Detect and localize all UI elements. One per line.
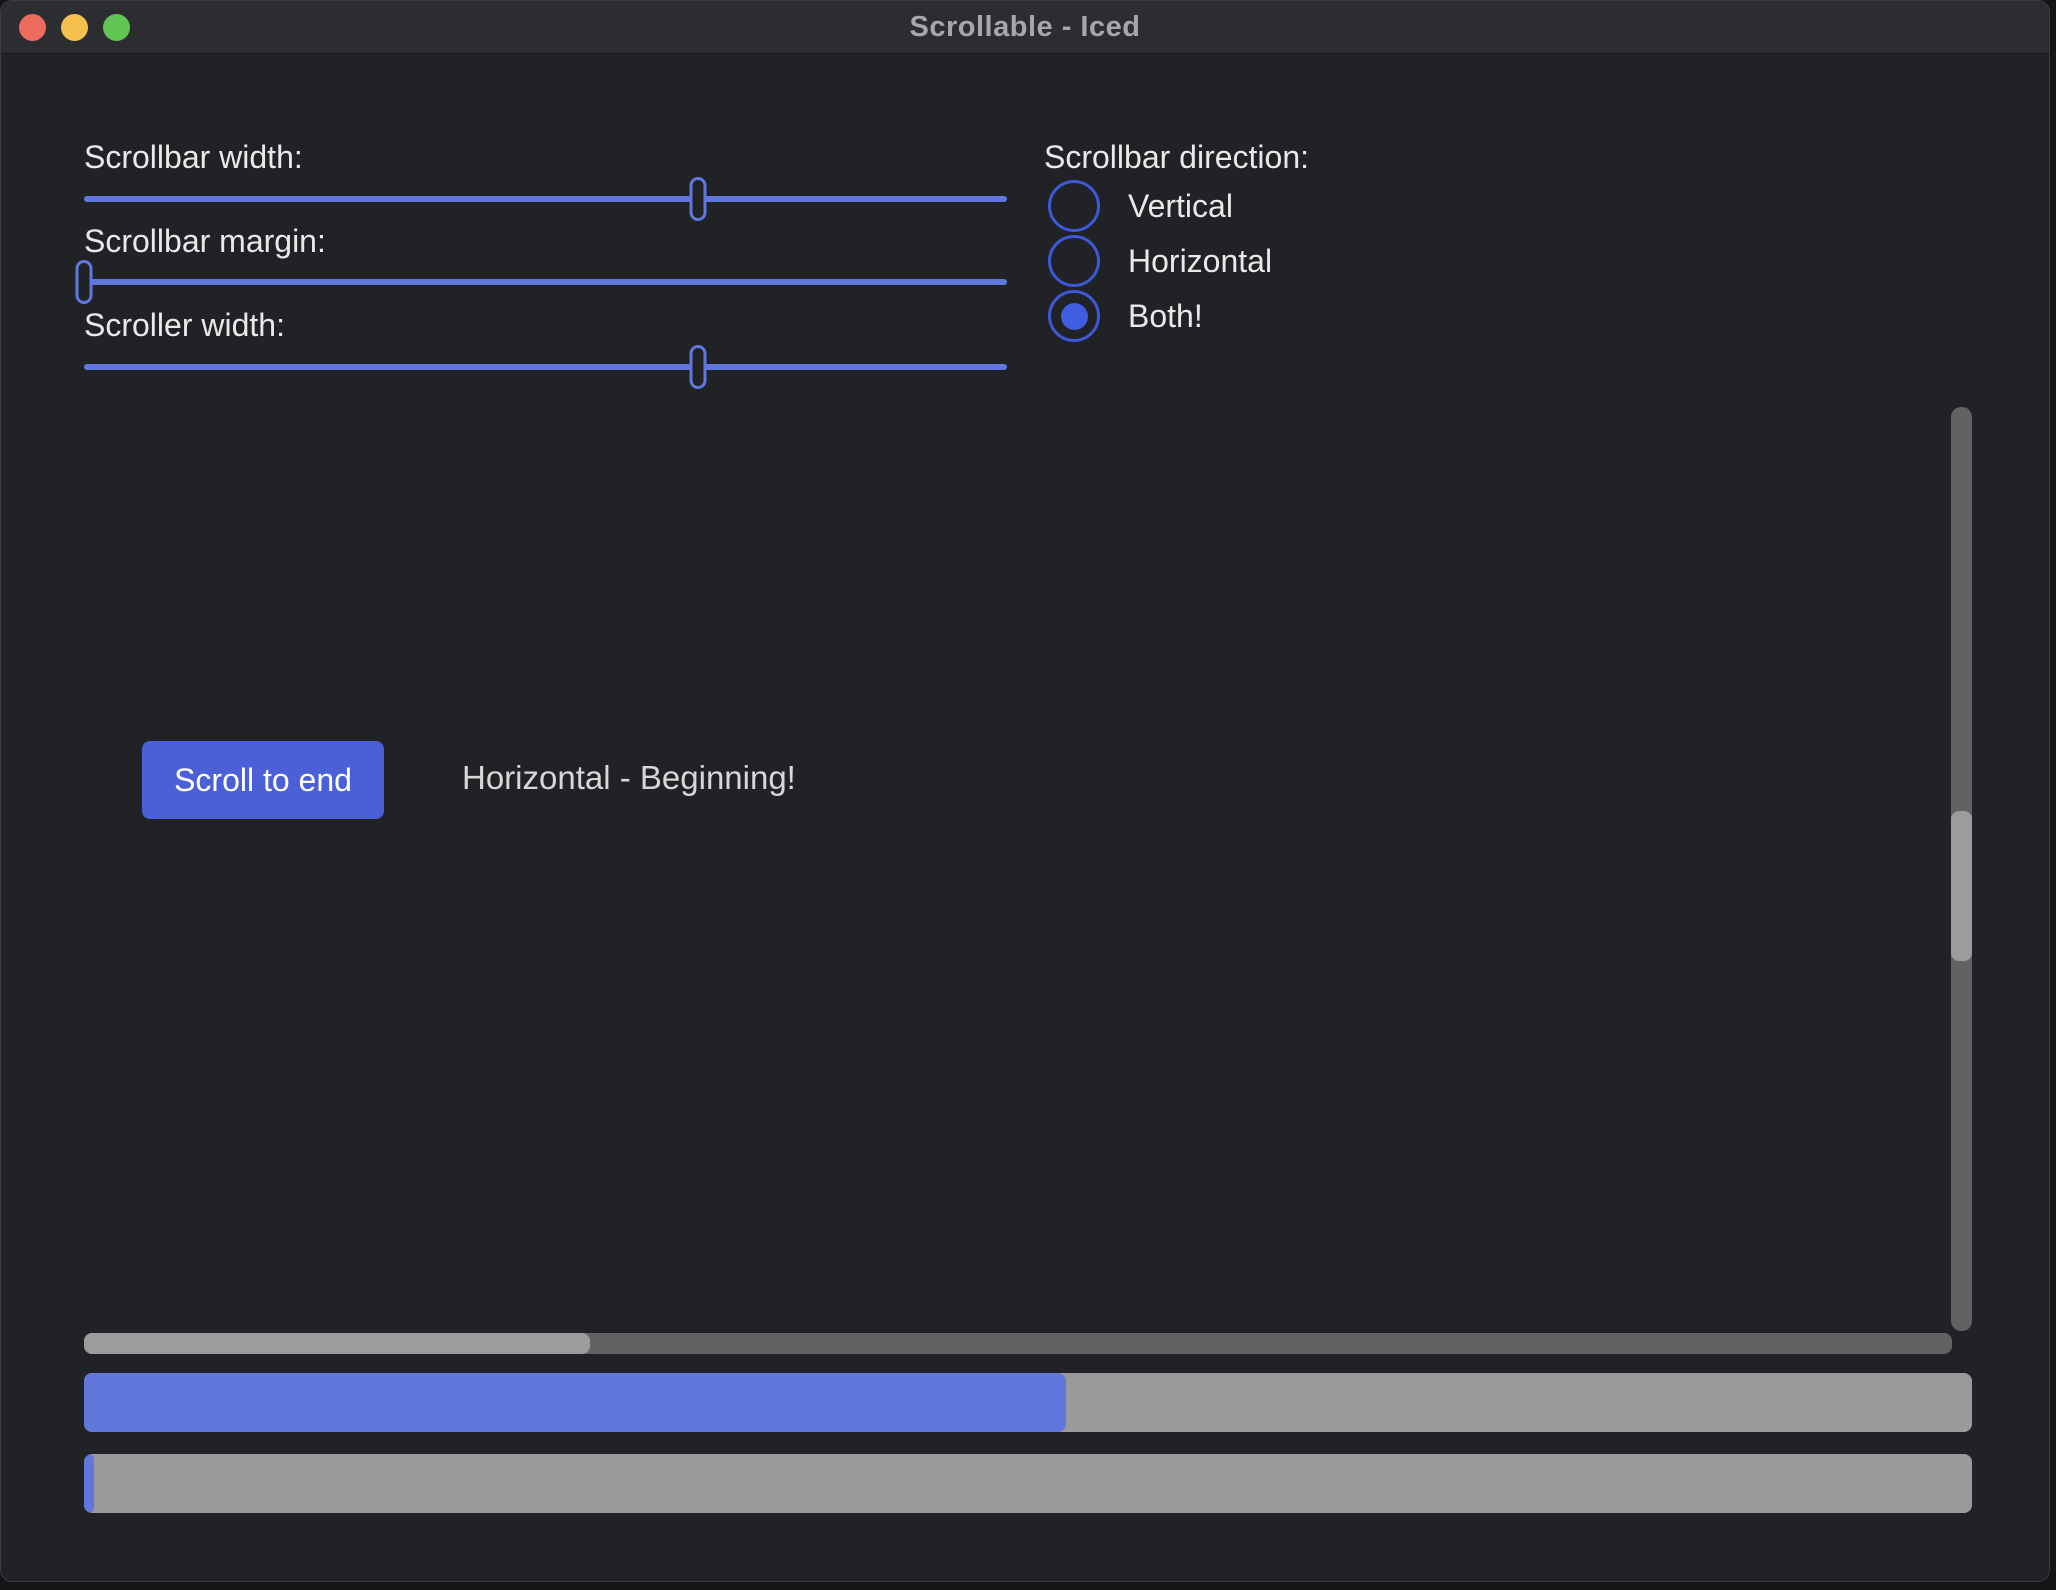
slider-handle[interactable]	[689, 177, 706, 221]
radio-option-vertical[interactable]: Vertical	[1048, 180, 1233, 232]
titlebar[interactable]: Scrollable - Iced	[1, 1, 2049, 54]
scrollbar-margin-slider[interactable]	[84, 259, 1007, 305]
radio-circle[interactable]	[1048, 180, 1100, 232]
scroll-to-end-button[interactable]: Scroll to end	[142, 741, 384, 819]
horizontal-scroller-thumb[interactable]	[84, 1333, 590, 1354]
scroller-width-slider[interactable]	[84, 344, 1007, 390]
scroller-width-label: Scroller width:	[84, 303, 285, 347]
radio-label-vertical: Vertical	[1128, 188, 1233, 225]
radio-option-horizontal[interactable]: Horizontal	[1048, 235, 1272, 287]
scrollbar-width-label: Scrollbar width:	[84, 135, 303, 179]
vertical-scrollbar[interactable]	[1951, 407, 1972, 1331]
window-title: Scrollable - Iced	[910, 11, 1141, 44]
vertical-progress-bar	[84, 1454, 1972, 1513]
slider-track[interactable]	[84, 364, 1007, 370]
radio-option-both[interactable]: Both!	[1048, 290, 1203, 342]
scroll-status-text: Horizontal - Beginning!	[462, 759, 796, 797]
horizontal-scrollbar[interactable]	[84, 1333, 1952, 1354]
scrollbar-direction-label: Scrollbar direction:	[1044, 135, 1309, 179]
progress-fill	[84, 1373, 1066, 1432]
app-window: Scrollable - Iced Scrollbar width: Scrol…	[0, 0, 2050, 1582]
slider-handle[interactable]	[689, 345, 706, 389]
scrollbar-margin-label: Scrollbar margin:	[84, 219, 326, 263]
vertical-scroller-thumb[interactable]	[1951, 811, 1972, 962]
zoom-button[interactable]	[103, 14, 130, 41]
progress-fill	[84, 1454, 94, 1513]
slider-track[interactable]	[84, 279, 1007, 285]
radio-label-both: Both!	[1128, 298, 1203, 335]
minimize-button[interactable]	[61, 14, 88, 41]
radio-label-horizontal: Horizontal	[1128, 243, 1272, 280]
radio-dot	[1061, 303, 1088, 330]
traffic-lights	[19, 14, 130, 41]
close-button[interactable]	[19, 14, 46, 41]
horizontal-progress-bar	[84, 1373, 1972, 1432]
scrollbar-width-slider[interactable]	[84, 176, 1007, 222]
radio-circle[interactable]	[1048, 290, 1100, 342]
slider-handle[interactable]	[76, 260, 93, 304]
slider-track[interactable]	[84, 196, 1007, 202]
radio-circle[interactable]	[1048, 235, 1100, 287]
